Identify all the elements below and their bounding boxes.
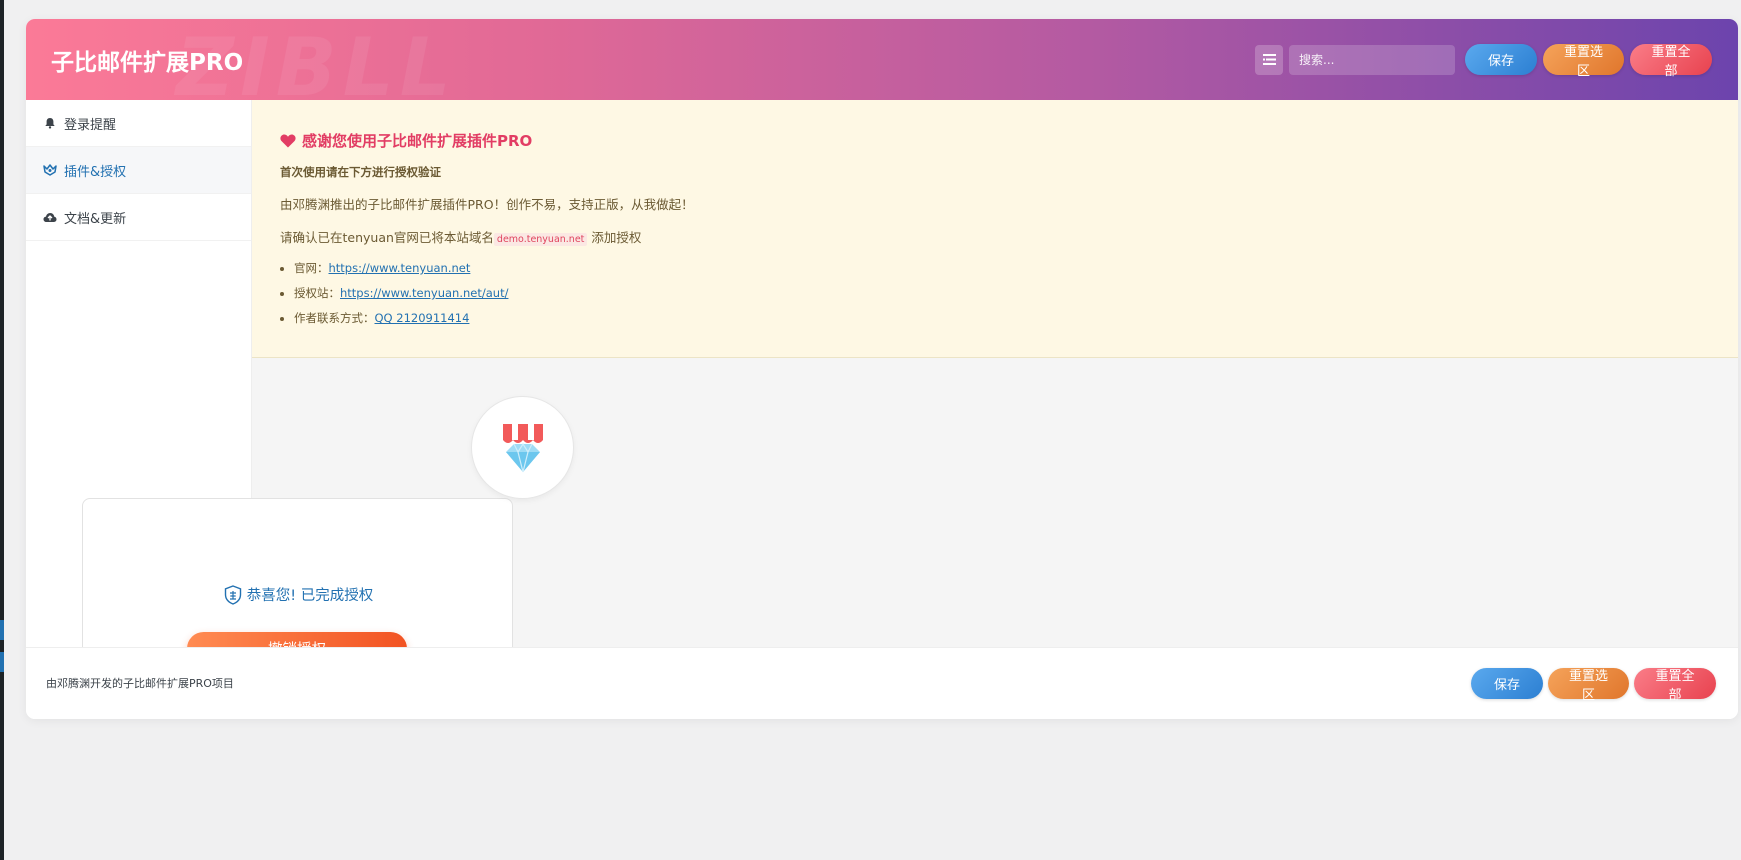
footer-reset-all-button[interactable]: 重置全部 (1634, 668, 1716, 703)
notice-line: 由邓腾渊推出的子比邮件扩展插件PRO！创作不易，支持正版，从我做起！ (280, 197, 694, 212)
shield-icon (224, 584, 242, 605)
footer-text: 由邓腾渊开发的子比邮件扩展PRO项目 (46, 677, 234, 690)
reset-section-button[interactable]: 重置选区 (1543, 44, 1624, 79)
footer-save-button[interactable]: 保存 (1471, 668, 1543, 699)
save-button[interactable]: 保存 (1465, 44, 1537, 75)
sidebar-item-label: 插件&授权 (64, 164, 127, 180)
link-label: 授权站： (294, 286, 340, 300)
header: ZIBLL 子比邮件扩展PRO 保存 重置选区 重置全部 (26, 19, 1738, 114)
notice-title: 感谢您使用子比邮件扩展插件PRO (280, 130, 1710, 151)
sidebar-item-plugin-auth[interactable]: 插件&授权 (26, 147, 251, 194)
bell-icon (42, 116, 57, 131)
domain-code: demo.tenyuan.net (493, 233, 588, 246)
auth-status: 恭喜您! 已完成授权 (83, 584, 514, 605)
list-item: 作者联系方式：QQ 2120911414 (294, 310, 1710, 326)
expand-all-button[interactable] (1255, 44, 1283, 75)
list-icon (1262, 54, 1276, 65)
sidebar-item-docs-update[interactable]: 文档&更新 (26, 194, 251, 241)
list-item: 官网：https://www.tenyuan.net (294, 260, 1710, 276)
footer: 由邓腾渊开发的子比邮件扩展PRO项目 保存 重置选区 重置全部 (26, 647, 1738, 719)
notice-title-text: 感谢您使用子比邮件扩展插件PRO (302, 132, 533, 150)
left-edge-marker (0, 652, 4, 672)
list-item: 授权站：https://www.tenyuan.net/aut/ (294, 285, 1710, 301)
official-site-link[interactable]: https://www.tenyuan.net (329, 261, 471, 275)
reset-all-button[interactable]: 重置全部 (1630, 44, 1712, 79)
footer-reset-section-button[interactable]: 重置选区 (1548, 668, 1629, 703)
footer-toolbar: 保存 重置选区 重置全部 (1467, 668, 1716, 703)
search-input[interactable] (1289, 44, 1455, 75)
auth-site-link[interactable]: https://www.tenyuan.net/aut/ (340, 286, 508, 300)
auth-badge (471, 396, 574, 499)
sidebar-item-label: 文档&更新 (64, 211, 127, 227)
domain-line-prefix: 请确认已在tenyuan官网已将本站域名 (280, 230, 494, 245)
link-label: 作者联系方式： (294, 311, 375, 325)
domain-line-suffix: 添加授权 (591, 230, 642, 245)
auth-status-text: 恭喜您! 已完成授权 (246, 588, 374, 604)
app-title: 子比邮件扩展PRO (51, 50, 244, 76)
notice-subtitle: 首次使用请在下方进行授权验证 (280, 165, 441, 179)
settings-panel: ZIBLL 子比邮件扩展PRO 保存 重置选区 重置全部 (26, 19, 1738, 719)
notice-box: 感谢您使用子比邮件扩展插件PRO 首次使用请在下方进行授权验证 由邓腾渊推出的子… (252, 100, 1738, 358)
qq-contact-link[interactable]: QQ 2120911414 (375, 311, 470, 325)
heart-icon (280, 133, 296, 148)
header-toolbar: 保存 重置选区 重置全部 (1255, 44, 1712, 79)
diamond-store-icon (502, 423, 543, 472)
sidebar-item-login-reminder[interactable]: 登录提醒 (26, 100, 251, 147)
left-edge-marker (0, 620, 4, 640)
link-label: 官网： (294, 261, 329, 275)
plugin-icon (42, 163, 57, 178)
notice-links: 官网：https://www.tenyuan.net 授权站：https://w… (280, 260, 1710, 326)
left-edge-strip (0, 0, 4, 860)
sidebar-item-label: 登录提醒 (64, 117, 117, 133)
notice-domain-line: 请确认已在tenyuan官网已将本站域名 demo.tenyuan.net 添加授… (280, 227, 1710, 246)
cloud-icon (42, 210, 57, 225)
